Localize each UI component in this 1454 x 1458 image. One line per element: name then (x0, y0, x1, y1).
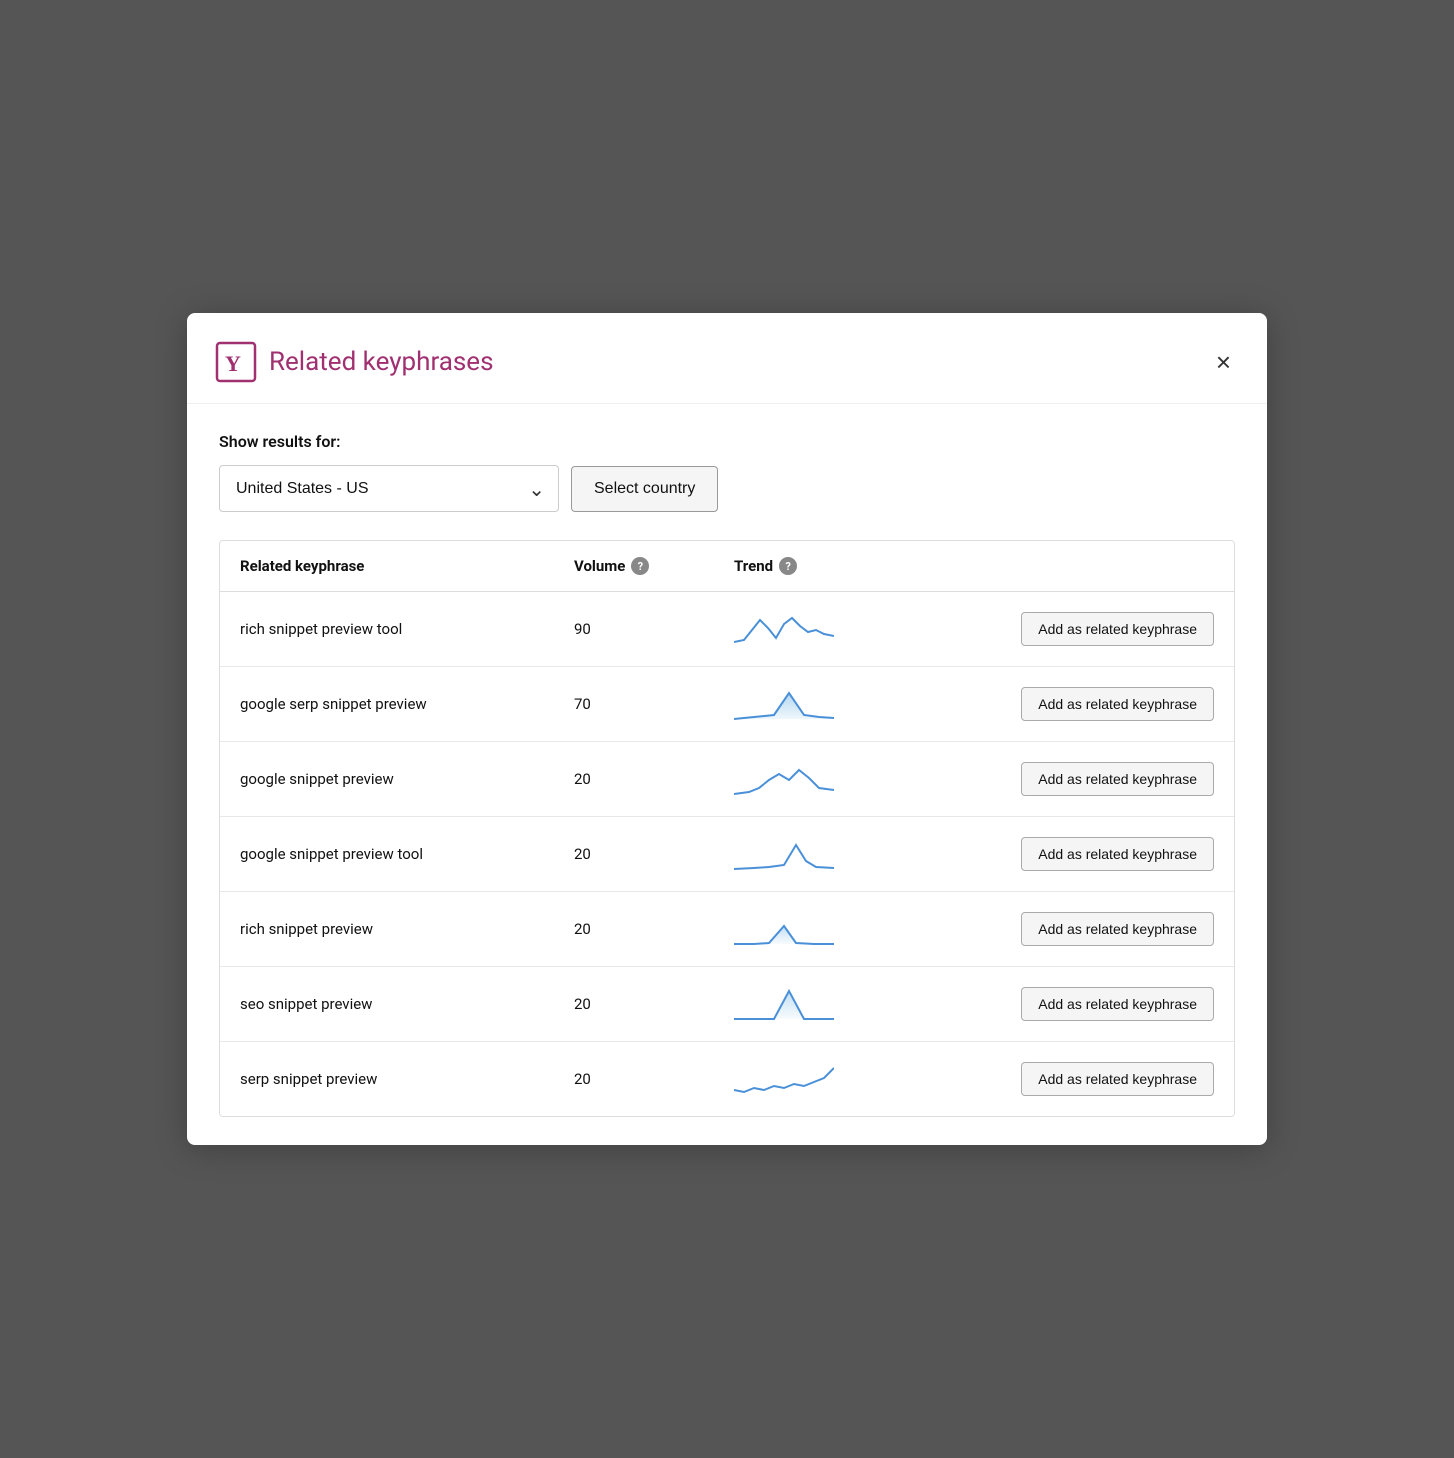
filter-row: United States - US ⌄ Select country (219, 465, 1235, 512)
select-country-button[interactable]: Select country (571, 466, 718, 512)
modal-title: Related keyphrases (269, 347, 494, 377)
col-header-action (974, 557, 1214, 575)
action-cell: Add as related keyphrase (974, 687, 1214, 721)
trend-cell (734, 835, 974, 873)
keyphrase-cell: rich snippet preview tool (240, 620, 574, 638)
add-keyphrase-button[interactable]: Add as related keyphrase (1021, 987, 1214, 1021)
add-keyphrase-button[interactable]: Add as related keyphrase (1021, 912, 1214, 946)
trend-chart (734, 610, 834, 648)
add-keyphrase-button[interactable]: Add as related keyphrase (1021, 687, 1214, 721)
trend-chart (734, 760, 834, 798)
modal-header: Y Related keyphrases × (187, 313, 1267, 404)
keyphrase-cell: google snippet preview (240, 770, 574, 788)
add-keyphrase-button[interactable]: Add as related keyphrase (1021, 1062, 1214, 1096)
volume-cell: 20 (574, 1070, 734, 1088)
trend-cell (734, 685, 974, 723)
svg-text:Y: Y (225, 351, 241, 376)
trend-chart (734, 1060, 834, 1098)
keyphrase-cell: seo snippet preview (240, 995, 574, 1013)
action-cell: Add as related keyphrase (974, 837, 1214, 871)
trend-chart (734, 985, 834, 1023)
volume-cell: 20 (574, 770, 734, 788)
volume-cell: 90 (574, 620, 734, 638)
volume-cell: 20 (574, 995, 734, 1013)
action-cell: Add as related keyphrase (974, 762, 1214, 796)
modal-title-row: Y Related keyphrases (215, 341, 494, 383)
add-keyphrase-button[interactable]: Add as related keyphrase (1021, 837, 1214, 871)
table-header: Related keyphrase Volume ? Trend ? (220, 541, 1234, 592)
keyphrases-table: Related keyphrase Volume ? Trend ? rich … (219, 540, 1235, 1117)
col-header-trend: Trend ? (734, 557, 974, 575)
show-results-label: Show results for: (219, 432, 1235, 451)
action-cell: Add as related keyphrase (974, 912, 1214, 946)
modal-body: Show results for: United States - US ⌄ S… (187, 404, 1267, 1145)
country-select[interactable]: United States - US (219, 465, 559, 512)
keyphrase-cell: serp snippet preview (240, 1070, 574, 1088)
trend-cell (734, 760, 974, 798)
trend-chart (734, 835, 834, 873)
keyphrase-cell: google serp snippet preview (240, 695, 574, 713)
table-row: google snippet preview 20 Add as related… (220, 742, 1234, 817)
keyphrase-cell: rich snippet preview (240, 920, 574, 938)
trend-cell (734, 985, 974, 1023)
table-row: rich snippet preview 20 (220, 892, 1234, 967)
col-header-volume: Volume ? (574, 557, 734, 575)
table-row: rich snippet preview tool 90 A (220, 592, 1234, 667)
volume-cell: 20 (574, 920, 734, 938)
add-keyphrase-button[interactable]: Add as related keyphrase (1021, 762, 1214, 796)
close-button[interactable]: × (1212, 345, 1235, 379)
volume-cell: 20 (574, 845, 734, 863)
action-cell: Add as related keyphrase (974, 987, 1214, 1021)
trend-cell (734, 910, 974, 948)
col-header-keyphrase: Related keyphrase (240, 557, 574, 575)
action-cell: Add as related keyphrase (974, 612, 1214, 646)
volume-help-icon[interactable]: ? (631, 557, 649, 575)
trend-chart (734, 910, 834, 948)
add-keyphrase-button[interactable]: Add as related keyphrase (1021, 612, 1214, 646)
action-cell: Add as related keyphrase (974, 1062, 1214, 1096)
yoast-logo: Y (215, 341, 257, 383)
keyphrase-cell: google snippet preview tool (240, 845, 574, 863)
trend-cell (734, 610, 974, 648)
trend-cell (734, 1060, 974, 1098)
country-select-wrapper: United States - US ⌄ (219, 465, 559, 512)
table-row: google serp snippet preview 70 (220, 667, 1234, 742)
trend-help-icon[interactable]: ? (779, 557, 797, 575)
table-row: serp snippet preview 20 Add as related k… (220, 1042, 1234, 1116)
volume-cell: 70 (574, 695, 734, 713)
table-row: seo snippet preview 20 (220, 967, 1234, 1042)
trend-chart (734, 685, 834, 723)
related-keyphrases-modal: Y Related keyphrases × Show results for:… (187, 313, 1267, 1145)
table-row: google snippet preview tool 20 Add as re… (220, 817, 1234, 892)
